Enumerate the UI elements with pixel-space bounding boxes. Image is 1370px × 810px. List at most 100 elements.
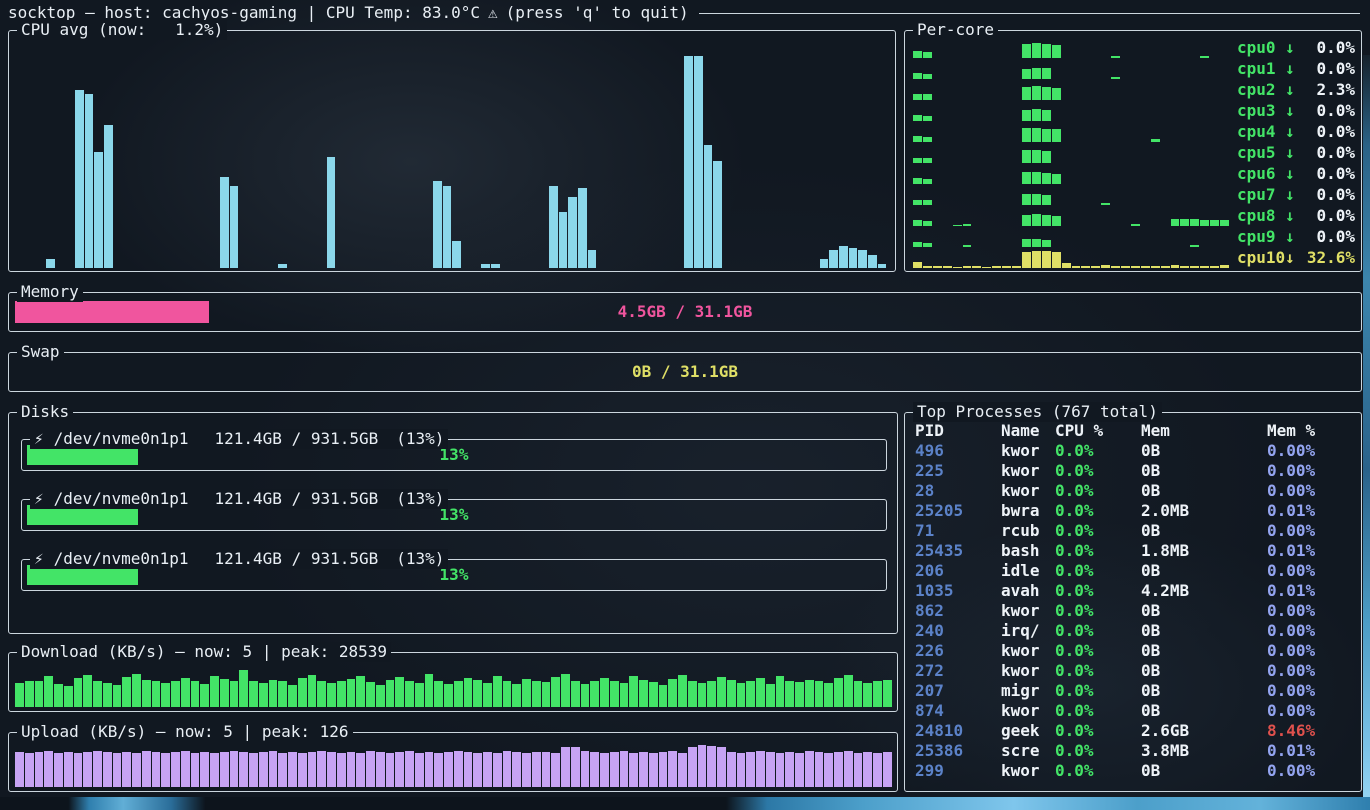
core-name: cpu4 <box>1237 122 1285 142</box>
core-down-arrow-icon: ↓ <box>1285 227 1297 247</box>
header-pid: PID <box>915 421 1001 441</box>
core-history-chart <box>913 228 1229 247</box>
process-cpu: 0.0% <box>1055 441 1141 461</box>
process-mem-pct: 0.00% <box>1267 561 1355 581</box>
core-name: cpu8 <box>1237 206 1285 226</box>
process-name: bash <box>1001 541 1055 561</box>
process-mem-pct: 0.00% <box>1267 681 1355 701</box>
process-mem-pct: 0.00% <box>1267 661 1355 681</box>
process-pid: 862 <box>915 601 1001 621</box>
process-mem: 1.8MB <box>1141 541 1267 561</box>
process-pid: 25205 <box>915 501 1001 521</box>
process-mem: 0B <box>1141 661 1267 681</box>
process-pid: 225 <box>915 461 1001 481</box>
process-cpu: 0.0% <box>1055 601 1141 621</box>
core-name: cpu2 <box>1237 80 1285 100</box>
process-mem: 0B <box>1141 681 1267 701</box>
core-down-arrow-icon: ↓ <box>1285 59 1297 79</box>
disk-device: /dev/nvme0n1p1 <box>54 489 189 509</box>
core-value: 0.0% <box>1297 59 1355 79</box>
disk-list: ⚡ /dev/nvme0n1p1 121.4GB / 931.5GB (13%)… <box>9 439 897 591</box>
process-cpu: 0.0% <box>1055 761 1141 781</box>
process-cpu: 0.0% <box>1055 501 1141 521</box>
cpu-avg-panel: CPU avg (now: 1.2%) <box>8 30 896 272</box>
core-value: 0.0% <box>1297 164 1355 184</box>
process-mem: 0B <box>1141 461 1267 481</box>
process-mem: 0B <box>1141 481 1267 501</box>
process-mem-pct: 8.46% <box>1267 721 1355 741</box>
process-name: irq/ <box>1001 621 1055 641</box>
process-row: 496 kwor 0.0% 0B 0.00% <box>915 441 1355 461</box>
process-cpu: 0.0% <box>1055 741 1141 761</box>
disk-gauge: ⚡ /dev/nvme0n1p1 121.4GB / 931.5GB (13%)… <box>21 499 887 531</box>
core-history-chart <box>913 207 1229 226</box>
core-row: cpu10 ↓ 32.6% <box>913 247 1355 268</box>
core-name: cpu7 <box>1237 185 1285 205</box>
per-core-title: Per-core <box>913 20 998 40</box>
process-name: scre <box>1001 741 1055 761</box>
core-history-chart <box>913 123 1229 142</box>
process-name: kwor <box>1001 641 1055 661</box>
core-down-arrow-icon: ↓ <box>1285 248 1297 268</box>
core-history-chart <box>913 60 1229 79</box>
process-mem-pct: 0.00% <box>1267 601 1355 621</box>
process-row: 272 kwor 0.0% 0B 0.00% <box>915 661 1355 681</box>
core-row: cpu1 ↓ 0.0% <box>913 58 1355 79</box>
disk-title: ⚡ /dev/nvme0n1p1 121.4GB / 931.5GB (13%) <box>30 549 448 569</box>
process-cpu: 0.0% <box>1055 721 1141 741</box>
cpu-avg-title: CPU avg (now: 1.2%) <box>17 20 227 40</box>
core-down-arrow-icon: ↓ <box>1285 206 1297 226</box>
core-name: cpu9 <box>1237 227 1285 247</box>
process-name: kwor <box>1001 601 1055 621</box>
core-history-chart <box>913 165 1229 184</box>
core-value: 0.0% <box>1297 101 1355 121</box>
top-processes-title: Top Processes (767 total) <box>913 402 1162 422</box>
process-cpu: 0.0% <box>1055 681 1141 701</box>
disks-panel: Disks ⚡ /dev/nvme0n1p1 121.4GB / 931.5GB… <box>8 412 898 634</box>
memory-title: Memory <box>17 282 83 302</box>
process-row: 71 rcub 0.0% 0B 0.00% <box>915 521 1355 541</box>
process-name: avah <box>1001 581 1055 601</box>
process-name: kwor <box>1001 701 1055 721</box>
core-value: 0.0% <box>1297 143 1355 163</box>
process-mem: 3.8MB <box>1141 741 1267 761</box>
process-row: 225 kwor 0.0% 0B 0.00% <box>915 461 1355 481</box>
process-mem: 4.2MB <box>1141 581 1267 601</box>
process-mem: 0B <box>1141 701 1267 721</box>
header-mem: Mem <box>1141 421 1267 441</box>
disk-percent-label: (13%) <box>396 549 444 569</box>
process-mem: 0B <box>1141 561 1267 581</box>
process-cpu: 0.0% <box>1055 581 1141 601</box>
process-cpu: 0.0% <box>1055 701 1141 721</box>
process-row: 206 idle 0.0% 0B 0.00% <box>915 561 1355 581</box>
disk-device: /dev/nvme0n1p1 <box>54 549 189 569</box>
core-history-chart <box>913 39 1229 58</box>
swap-title: Swap <box>17 342 64 362</box>
disk-gauge: ⚡ /dev/nvme0n1p1 121.4GB / 931.5GB (13%)… <box>21 439 887 471</box>
download-history-chart <box>15 663 891 707</box>
process-row: 240 irq/ 0.0% 0B 0.00% <box>915 621 1355 641</box>
core-value: 0.0% <box>1297 206 1355 226</box>
process-name: rcub <box>1001 521 1055 541</box>
header-mem-pct: Mem % <box>1267 421 1355 441</box>
terminal-window[interactable]: socktop — host: cachyos-gaming | CPU Tem… <box>0 0 1370 810</box>
title-rule <box>699 13 1360 14</box>
process-pid: 496 <box>915 441 1001 461</box>
core-down-arrow-icon: ↓ <box>1285 101 1297 121</box>
process-cpu: 0.0% <box>1055 561 1141 581</box>
process-row: 25205 bwra 0.0% 2.0MB 0.01% <box>915 501 1355 521</box>
process-cpu: 0.0% <box>1055 521 1141 541</box>
process-mem-pct: 0.00% <box>1267 521 1355 541</box>
cpu-history-chart <box>17 45 887 268</box>
core-down-arrow-icon: ↓ <box>1285 164 1297 184</box>
disk-percent-label: (13%) <box>396 429 444 449</box>
process-mem: 2.0MB <box>1141 501 1267 521</box>
process-row: 862 kwor 0.0% 0B 0.00% <box>915 601 1355 621</box>
process-name: kwor <box>1001 441 1055 461</box>
header-cpu: CPU % <box>1055 421 1141 441</box>
core-value: 0.0% <box>1297 227 1355 247</box>
process-pid: 24810 <box>915 721 1001 741</box>
core-row: cpu7 ↓ 0.0% <box>913 184 1355 205</box>
core-value: 0.0% <box>1297 38 1355 58</box>
per-core-rows: cpu0 ↓ 0.0% cpu1 ↓ 0.0% cpu2 ↓ 2.3% cpu3… <box>913 37 1355 268</box>
